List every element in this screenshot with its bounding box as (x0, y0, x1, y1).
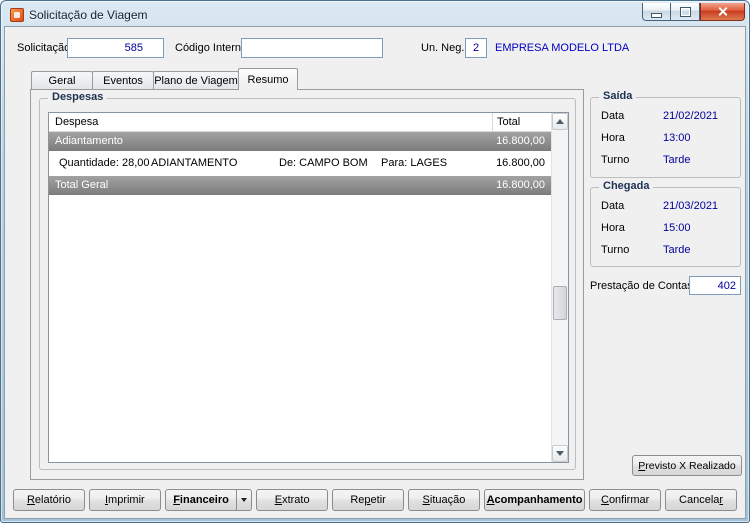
table-row-adiantamento[interactable]: Adiantamento 16.800,00 (49, 132, 551, 151)
titlebar[interactable]: Solicitação de Viagem (4, 1, 746, 26)
relatorio-button[interactable]: Relatório (13, 489, 85, 511)
data-label: Data (601, 110, 625, 122)
chegada-hora-row: Hora 15:00 (601, 222, 734, 236)
table-row-total-geral[interactable]: Total Geral 16.800,00 (49, 176, 551, 195)
detalhe-destino: Para: LAGES (381, 157, 448, 169)
window-title: Solicitação de Viagem (29, 7, 148, 22)
data-label: Data (601, 200, 625, 212)
close-icon (717, 6, 729, 17)
tab-page-resumo: Despesas Despesa Total Adiantamento 16.8… (30, 89, 584, 480)
vertical-scrollbar[interactable] (551, 113, 568, 462)
hora-value: 15:00 (663, 222, 691, 234)
saida-group: Saída Data 21/02/2021 Hora 13:00 Turno T… (590, 90, 741, 178)
tab-resumo[interactable]: Resumo (238, 68, 298, 90)
un-neg-label: Un. Neg. (421, 42, 465, 54)
hora-label: Hora (601, 222, 625, 234)
scrollbar-thumb[interactable] (553, 286, 567, 320)
empresa-label: EMPRESA MODELO LTDA (495, 42, 630, 54)
financeiro-button[interactable]: Financeiro (164, 489, 238, 511)
tab-bar: Geral Eventos Plano de Viagem Resumo (31, 68, 298, 90)
chegada-group-title: Chegada (599, 180, 654, 192)
detalhe-descricao: ADIANTAMENTO (151, 157, 238, 169)
table-header-row: Despesa Total (49, 113, 551, 132)
data-value: 21/02/2021 (663, 110, 719, 122)
financeiro-split-button: Financeiro (164, 489, 253, 511)
app-icon (10, 7, 24, 22)
detalhe-quantidade: Quantidade: 28,00 (59, 157, 150, 169)
despesas-group-title: Despesas (48, 91, 108, 103)
extrato-button[interactable]: Extrato (256, 489, 329, 511)
row-total: 16.800,00 (496, 135, 545, 147)
acompanhamento-button[interactable]: Acompanhamento (483, 489, 586, 511)
tab-plano-de-viagem[interactable]: Plano de Viagem (153, 71, 239, 90)
row-label: Total Geral (55, 179, 109, 191)
hora-label: Hora (601, 132, 625, 144)
restore-button[interactable] (671, 3, 700, 21)
table-row-detalhe[interactable]: Quantidade: 28,00 ADIANTAMENTO De: CAMPO… (49, 154, 551, 173)
codigo-interno-input[interactable] (241, 38, 383, 58)
chegada-group: Chegada Data 21/03/2021 Hora 15:00 Turno… (590, 180, 741, 267)
chevron-down-icon (241, 498, 248, 502)
turno-value: Tarde (663, 154, 691, 166)
close-button[interactable] (700, 3, 745, 21)
data-value: 21/03/2021 (663, 200, 719, 212)
turno-label: Turno (601, 154, 630, 166)
prestacao-contas-input[interactable] (689, 276, 741, 295)
scroll-up-button[interactable] (552, 113, 568, 130)
detalhe-total: 16.800,00 (496, 157, 545, 169)
financeiro-dropdown-button[interactable] (237, 489, 253, 511)
solicitacao-input[interactable] (67, 38, 164, 58)
repetir-button[interactable]: Re p etir (332, 489, 405, 511)
row-total: 16.800,00 (496, 179, 545, 191)
despesas-group: Despesas Despesa Total Adiantamento 16.8… (39, 91, 576, 470)
un-neg-input[interactable] (465, 38, 487, 58)
column-header-total[interactable]: Total (492, 113, 520, 131)
cancelar-button[interactable]: Cancela r (665, 489, 737, 511)
previsto-x-realizado-button[interactable]: Previsto X Realizado (632, 455, 742, 476)
turno-value: Tarde (663, 244, 691, 256)
chegada-turno-row: Turno Tarde (601, 244, 734, 258)
chevron-up-icon (556, 119, 564, 124)
imprimir-button[interactable]: Imprimir (88, 489, 161, 511)
window-controls (642, 3, 745, 21)
chevron-down-icon (556, 451, 564, 456)
confirmar-button[interactable]: Confirmar (589, 489, 662, 511)
saida-group-title: Saída (599, 90, 637, 102)
minimize-button[interactable] (642, 3, 671, 21)
row-label: Adiantamento (55, 135, 123, 147)
turno-label: Turno (601, 244, 630, 256)
saida-hora-row: Hora 13:00 (601, 132, 734, 146)
saida-turno-row: Turno Tarde (601, 154, 734, 168)
scroll-down-button[interactable] (552, 445, 568, 462)
prestacao-contas-label: Prestação de Contas (590, 280, 693, 292)
column-header-despesa[interactable]: Despesa (55, 113, 98, 131)
situacao-button[interactable]: Situação (408, 489, 480, 511)
detalhe-origem: De: CAMPO BOM (279, 157, 368, 169)
tab-geral[interactable]: Geral (31, 71, 93, 90)
solicitacao-viagem-window: Solicitação de Viagem Solicitação Código… (0, 0, 750, 523)
codigo-interno-label: Código Interno (175, 42, 248, 54)
footer-toolbar: Relatório Imprimir Financeiro Extrato Re… (13, 489, 737, 511)
saida-data-row: Data 21/02/2021 (601, 110, 734, 124)
solicitacao-label: Solicitação (17, 42, 71, 54)
minimize-icon (652, 14, 661, 17)
hora-value: 13:00 (663, 132, 691, 144)
despesas-table: Despesa Total Adiantamento 16.800,00 Qua… (48, 112, 569, 463)
window-body: Solicitação Código Interno Un. Neg. EMPR… (4, 26, 746, 519)
restore-icon (680, 7, 690, 16)
tab-eventos[interactable]: Eventos (92, 71, 154, 90)
chegada-data-row: Data 21/03/2021 (601, 200, 734, 214)
